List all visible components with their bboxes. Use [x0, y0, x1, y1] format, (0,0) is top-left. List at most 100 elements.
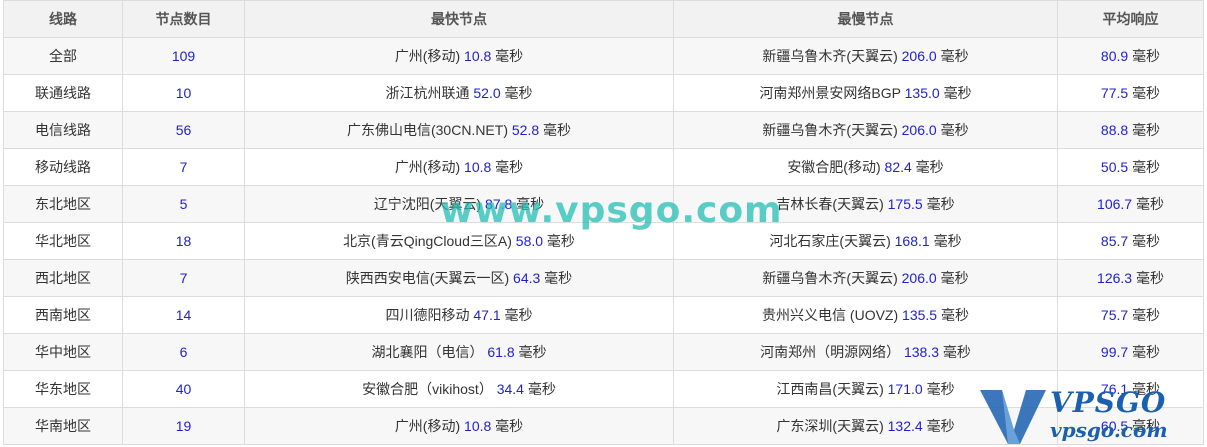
cell-line: 华北地区	[3, 222, 123, 260]
average-ms: 50.5	[1100, 159, 1129, 175]
unit-label: 毫秒	[1132, 85, 1161, 101]
cell-fastest: 广东佛山电信(30CN.NET) 52.8 毫秒	[244, 111, 674, 149]
fastest-ms: 52.0	[473, 85, 501, 101]
cell-count: 56	[122, 111, 245, 149]
cell-count: 14	[122, 296, 245, 334]
line-label: 移动线路	[35, 159, 91, 175]
fastest-node-name: 广东佛山电信(30CN.NET)	[346, 122, 508, 138]
cell-line: 华东地区	[3, 370, 123, 408]
node-count: 7	[179, 270, 188, 286]
line-label: 东北地区	[35, 196, 91, 212]
node-count: 14	[175, 307, 192, 323]
slowest-ms: 135.5	[902, 307, 938, 323]
unit-label: 毫秒	[943, 85, 972, 101]
table-body: 全部 109 广州(移动) 10.8 毫秒 新疆乌鲁木齐(天翼云) 206.0 毫秒 8…	[3, 37, 1204, 445]
cell-average: 77.5 毫秒	[1057, 74, 1204, 112]
average-ms: 126.3	[1097, 270, 1133, 286]
cell-line: 电信线路	[3, 111, 123, 149]
slowest-node-name: 新疆乌鲁木齐(天翼云)	[762, 48, 898, 64]
slowest-ms: 82.4	[884, 159, 912, 175]
fastest-node-name: 湖北襄阳（电信）	[371, 344, 484, 360]
unit-label: 毫秒	[940, 270, 969, 286]
fastest-ms: 58.0	[515, 233, 544, 249]
slowest-node-name: 吉林长春(天翼云)	[776, 196, 884, 212]
cell-fastest: 安徽合肥（vikihost） 34.4 毫秒	[244, 370, 674, 408]
fastest-node-name: 辽宁沈阳(天翼云)	[373, 196, 482, 212]
unit-label: 毫秒	[1132, 307, 1161, 323]
node-count: 18	[175, 233, 192, 249]
slowest-ms: 168.1	[894, 233, 930, 249]
table-row: 移动线路 7 广州(移动) 10.8 毫秒 安徽合肥(移动) 82.4 毫秒 50.5 …	[3, 148, 1204, 186]
unit-label: 毫秒	[1132, 344, 1161, 360]
cell-slowest: 河南郑州景安网络BGP 135.0 毫秒	[673, 74, 1058, 112]
fastest-ms: 52.8	[511, 122, 540, 138]
cell-line: 西北地区	[3, 259, 123, 297]
slowest-node-name: 河北石家庄(天翼云)	[769, 233, 891, 249]
node-count: 19	[175, 418, 192, 434]
unit-label: 毫秒	[504, 307, 533, 323]
header-slowest: 最慢节点	[673, 0, 1058, 38]
cell-average: 88.8 毫秒	[1057, 111, 1204, 149]
unit-label: 毫秒	[926, 418, 955, 434]
unit-label: 毫秒	[546, 233, 575, 249]
node-count: 109	[171, 48, 196, 64]
fastest-ms: 61.8	[487, 344, 515, 360]
cell-slowest: 安徽合肥(移动) 82.4 毫秒	[673, 148, 1058, 186]
cell-average: 75.7 毫秒	[1057, 296, 1204, 334]
table-row: 联通线路 10 浙江杭州联通 52.0 毫秒 河南郑州景安网络BGP 135.0 毫秒…	[3, 74, 1204, 112]
average-ms: 77.5	[1100, 85, 1129, 101]
fastest-node-name: 四川德阳移动	[385, 307, 470, 323]
slowest-ms: 206.0	[901, 48, 937, 64]
slowest-node-name: 安徽合肥(移动)	[787, 159, 881, 175]
unit-label: 毫秒	[926, 381, 955, 397]
cell-average: 80.9 毫秒	[1057, 37, 1204, 75]
cell-count: 18	[122, 222, 245, 260]
fastest-ms: 10.8	[464, 159, 492, 175]
slowest-node-name: 新疆乌鲁木齐(天翼云)	[762, 122, 898, 138]
cell-fastest: 北京(青云QingCloud三区A) 58.0 毫秒	[244, 222, 674, 260]
cell-slowest: 广东深圳(天翼云) 132.4 毫秒	[673, 407, 1058, 445]
cell-count: 109	[122, 37, 245, 75]
cell-fastest: 广州(移动) 10.8 毫秒	[244, 407, 674, 445]
slowest-ms: 206.0	[901, 122, 937, 138]
unit-label: 毫秒	[915, 159, 944, 175]
unit-label: 毫秒	[495, 418, 524, 434]
cell-fastest: 辽宁沈阳(天翼云) 87.8 毫秒	[244, 185, 674, 223]
slowest-node-name: 河南郑州景安网络BGP	[759, 85, 901, 101]
cell-fastest: 浙江杭州联通 52.0 毫秒	[244, 74, 674, 112]
header-average: 平均响应	[1057, 0, 1204, 38]
unit-label: 毫秒	[1132, 48, 1161, 64]
cell-average: 99.7 毫秒	[1057, 333, 1204, 371]
unit-label: 毫秒	[1135, 196, 1164, 212]
fastest-ms: 64.3	[513, 270, 541, 286]
latency-table: 线路 节点数目 最快节点 最慢节点 平均响应 全部 109 广州(移动) 10.8 …	[3, 0, 1204, 445]
node-count: 6	[179, 344, 188, 360]
fastest-node-name: 广州(移动)	[394, 48, 461, 64]
unit-label: 毫秒	[543, 122, 572, 138]
cell-slowest: 河北石家庄(天翼云) 168.1 毫秒	[673, 222, 1058, 260]
table-row: 华中地区 6 湖北襄阳（电信） 61.8 毫秒 河南郑州（明源网络） 138.3 毫秒…	[3, 333, 1204, 371]
unit-label: 毫秒	[495, 48, 524, 64]
cell-count: 5	[122, 185, 245, 223]
fastest-node-name: 广州(移动)	[394, 418, 461, 434]
cell-slowest: 贵州兴义电信 (UOVZ) 135.5 毫秒	[673, 296, 1058, 334]
cell-count: 7	[122, 148, 245, 186]
unit-label: 毫秒	[518, 344, 547, 360]
cell-fastest: 广州(移动) 10.8 毫秒	[244, 148, 674, 186]
line-label: 华东地区	[35, 381, 91, 397]
average-ms: 75.7	[1100, 307, 1129, 323]
table-header-row: 线路 节点数目 最快节点 最慢节点 平均响应	[3, 0, 1204, 38]
unit-label: 毫秒	[942, 344, 971, 360]
cell-count: 10	[122, 74, 245, 112]
fastest-node-name: 广州(移动)	[394, 159, 461, 175]
cell-fastest: 四川德阳移动 47.1 毫秒	[244, 296, 674, 334]
table-row: 东北地区 5 辽宁沈阳(天翼云) 87.8 毫秒 吉林长春(天翼云) 175.5 毫秒…	[3, 185, 1204, 223]
header-line: 线路	[3, 0, 123, 38]
table-row: 华北地区 18 北京(青云QingCloud三区A) 58.0 毫秒 河北石家庄(天翼…	[3, 222, 1204, 260]
unit-label: 毫秒	[933, 233, 962, 249]
node-count: 7	[179, 159, 188, 175]
slowest-ms: 171.0	[887, 381, 923, 397]
slowest-ms: 132.4	[887, 418, 923, 434]
cell-average: 60.5 毫秒	[1057, 407, 1204, 445]
cell-slowest: 新疆乌鲁木齐(天翼云) 206.0 毫秒	[673, 37, 1058, 75]
